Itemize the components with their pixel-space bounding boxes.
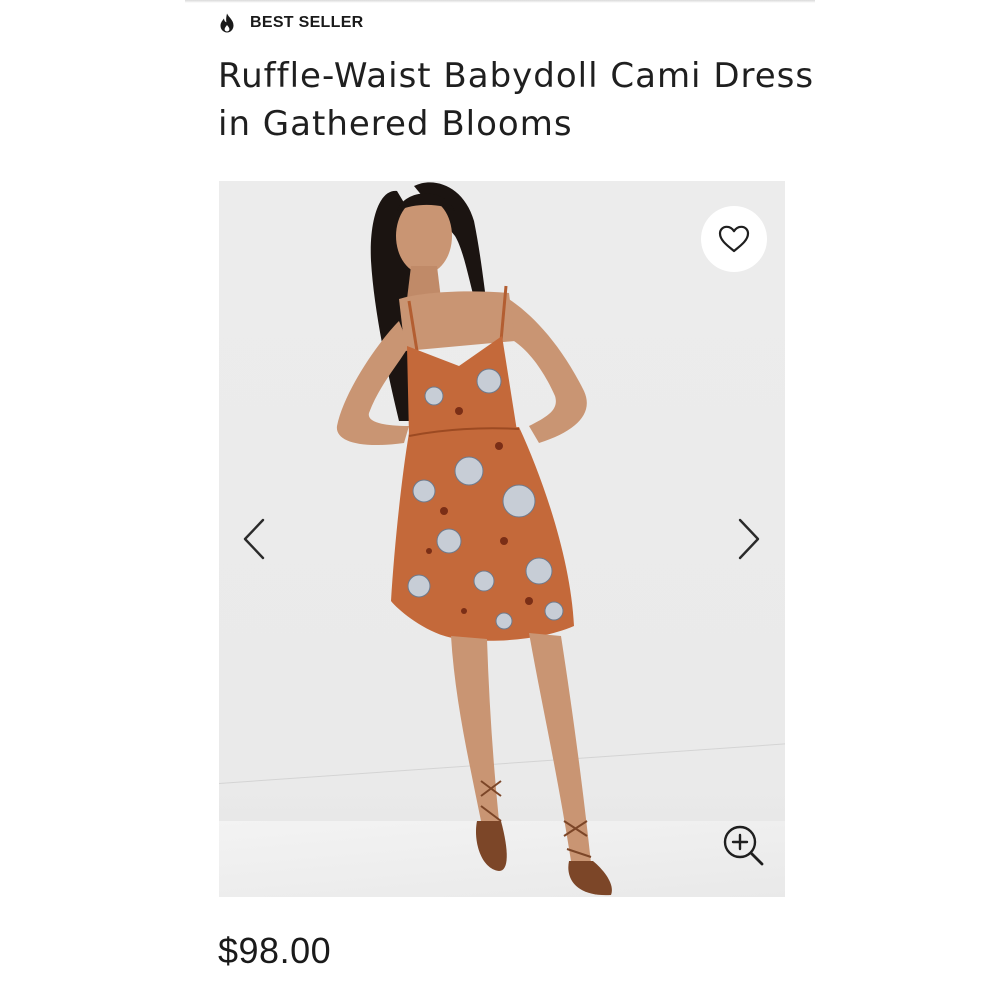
previous-image-button[interactable] (234, 511, 274, 567)
badge-label: BEST SELLER (250, 14, 364, 31)
header-shadow (185, 0, 815, 3)
next-image-button[interactable] (729, 511, 769, 567)
product-title: Ruffle-Waist Babydoll Cami Dress in Gath… (218, 56, 815, 144)
flame-icon (220, 13, 234, 33)
product-image-gallery[interactable] (219, 181, 785, 897)
heart-outline-icon (718, 225, 750, 253)
product-page: BEST SELLER Ruffle-Waist Babydoll Cami D… (0, 0, 1000, 1000)
zoom-button[interactable] (719, 821, 767, 869)
chevron-right-icon (738, 518, 760, 560)
wishlist-button[interactable] (701, 206, 767, 272)
best-seller-badge: BEST SELLER (218, 12, 364, 34)
chevron-left-icon (243, 518, 265, 560)
zoom-in-icon (723, 825, 764, 866)
product-photo[interactable] (219, 181, 785, 897)
product-price: $98.00 (218, 930, 332, 971)
